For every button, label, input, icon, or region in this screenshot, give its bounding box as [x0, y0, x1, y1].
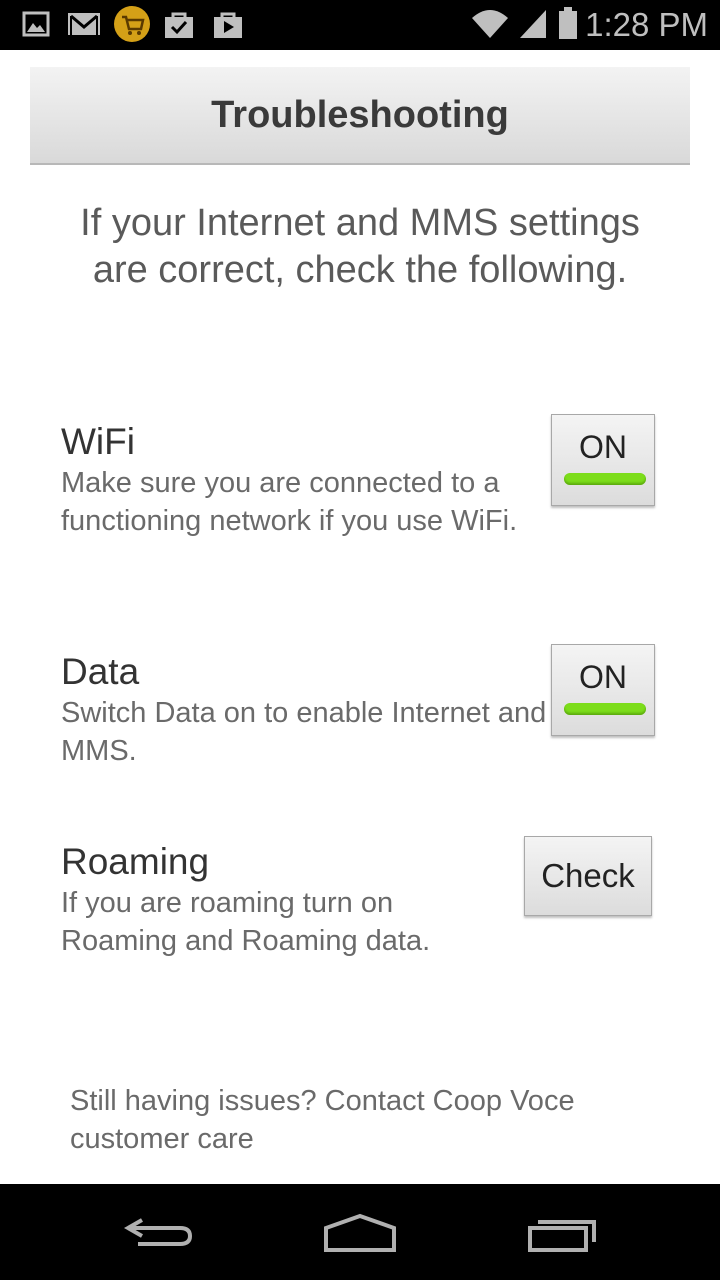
data-section: Data Switch Data on to enable Internet a… — [61, 650, 551, 770]
wifi-icon — [472, 10, 508, 38]
bag-check-icon — [165, 12, 193, 38]
wifi-toggle[interactable]: ON — [551, 414, 655, 506]
support-note: Still having issues? Contact Coop Voce c… — [70, 1085, 575, 1155]
navigation-bar — [0, 1184, 720, 1280]
data-toggle-indicator — [564, 703, 646, 715]
wifi-toggle-label: ON — [579, 429, 627, 465]
recents-icon[interactable] — [522, 1204, 602, 1260]
data-toggle[interactable]: ON — [551, 644, 655, 736]
gmail-icon — [68, 13, 100, 35]
home-icon[interactable] — [320, 1204, 400, 1260]
roaming-title: Roaming — [61, 841, 210, 882]
intro-text: If your Internet and MMS settings are co… — [80, 202, 640, 291]
roaming-description: If you are roaming turn on Roaming and R… — [61, 887, 431, 957]
data-toggle-label: ON — [579, 659, 627, 695]
roaming-section: Roaming If you are roaming turn on Roami… — [61, 840, 511, 960]
wifi-toggle-indicator — [564, 473, 646, 485]
wifi-description: Make sure you are connected to a functio… — [61, 467, 518, 537]
page-title: Troubleshooting — [211, 93, 509, 136]
back-icon[interactable] — [120, 1204, 200, 1260]
data-description: Switch Data on to enable Internet and MM… — [61, 697, 547, 767]
status-bar: 1:28 PM — [0, 0, 720, 50]
gallery-icon — [22, 11, 50, 37]
wifi-title: WiFi — [61, 421, 135, 462]
shop-icon — [114, 6, 150, 42]
bag-play-icon — [214, 12, 242, 38]
wifi-section: WiFi Make sure you are connected to a fu… — [61, 420, 551, 540]
signal-icon — [520, 10, 546, 38]
status-time: 1:28 PM — [585, 6, 708, 43]
title-bar: Troubleshooting — [30, 67, 690, 165]
roaming-check-button[interactable]: Check — [524, 836, 652, 916]
data-title: Data — [61, 651, 140, 692]
battery-icon — [559, 7, 577, 39]
